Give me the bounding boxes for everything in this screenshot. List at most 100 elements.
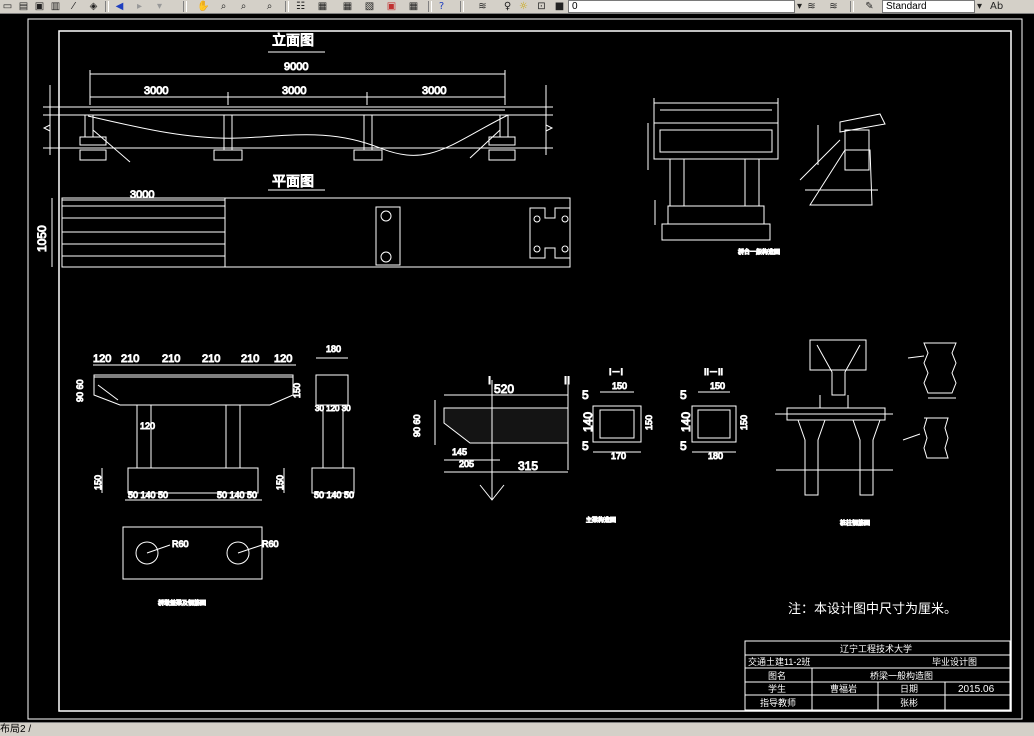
light-bulb-icon[interactable]: ♀ <box>500 1 515 12</box>
pier-left-dims: 90 60 <box>75 379 85 402</box>
open-file-icon[interactable]: ▤ <box>16 1 31 12</box>
pier-dim-2: 210 <box>121 353 139 365</box>
match-properties-icon[interactable]: ◈ <box>86 1 101 12</box>
pier-dim-1: 120 <box>93 353 111 365</box>
pier-right-height: 150 <box>292 383 302 398</box>
section-i: I－I 150 140 150 170 5 5 <box>581 367 655 462</box>
zoom-previous-icon[interactable]: ⌕ <box>262 1 277 12</box>
layer-dropdown[interactable]: 0 <box>568 0 795 13</box>
title-block-text: 辽宁工程技术大学 交通土建11-2班 毕业设计图 图名 桥梁一般构造图 学生 曹… <box>748 643 995 708</box>
pile-reinforcement: 桩柱钢筋图 <box>775 339 957 528</box>
color-swatch-icon[interactable]: ■ <box>552 1 567 12</box>
beam-label-ii: II <box>564 375 570 387</box>
redo-icon[interactable]: ▸ <box>132 1 147 12</box>
title-date-label: 日期 <box>900 684 918 694</box>
dim-span-1: 3000 <box>144 85 168 97</box>
title-student-value: 曹福岩 <box>830 683 857 694</box>
dim-span-2: 3000 <box>282 85 306 97</box>
section-i-height: 150 <box>644 415 654 430</box>
section-i-top-5: 5 <box>582 388 589 402</box>
new-file-icon[interactable]: ▭ <box>0 1 15 12</box>
pile-caption: 桩柱钢筋图 <box>840 519 870 527</box>
brush-icon[interactable]: ⁄ <box>66 1 81 12</box>
deck-caption: 主梁构造图 <box>586 516 616 524</box>
layer-manager-icon[interactable]: ≋ <box>475 1 490 12</box>
pier-dim-3: 210 <box>162 353 180 365</box>
layout-tab-bar: 布局2 / <box>0 722 1034 736</box>
text-style-icon[interactable]: ✎ <box>862 1 877 12</box>
zoom-window-icon[interactable]: ⌕ <box>236 1 251 12</box>
plan-title: 平面图 <box>272 173 314 189</box>
title-advisor-label: 指导教师 <box>760 697 796 708</box>
pier-dim-120: 120 <box>140 421 155 431</box>
section-i-170: 170 <box>611 451 626 461</box>
layer-dropdown-value: 0 <box>572 1 578 12</box>
pier-dim-6: 120 <box>274 353 292 365</box>
pier-base-dims-b: 50 140 50 <box>217 490 257 500</box>
section-ii-bottom-5: 5 <box>680 439 687 453</box>
beam-label-i: I <box>488 375 491 387</box>
print-icon[interactable]: ▥ <box>48 1 63 12</box>
help-icon[interactable]: ? <box>434 1 449 12</box>
drawing-canvas[interactable]: 立面图 9000 3000 3000 3000 平面图 3000 1050 桥台… <box>0 14 1034 722</box>
section-i-bottom-5: 5 <box>582 439 589 453</box>
dimension-style-button[interactable]: Ab <box>990 1 1034 12</box>
beam-dim-520: 520 <box>494 382 514 396</box>
pier-radius-b: R60 <box>262 539 279 549</box>
design-center-icon[interactable]: ▦ <box>315 1 330 12</box>
pier-base-dims-a: 50 140 50 <box>128 490 168 500</box>
abutment-detail: 桥台一般构造图 <box>647 98 886 257</box>
make-current-layer-icon[interactable]: ≋ <box>804 1 819 12</box>
beam-dim-205: 205 <box>459 459 474 469</box>
redo-arrow-icon[interactable]: ▾ <box>152 1 167 12</box>
toolbar-separator <box>460 1 464 12</box>
pier-side-height: 150 <box>275 475 285 490</box>
section-ii-top-5: 5 <box>680 388 687 402</box>
pier-left-base: 150 <box>93 475 103 490</box>
dim-total-length: 9000 <box>284 61 308 73</box>
toolbar-separator <box>285 1 289 12</box>
dim-plan-span: 3000 <box>130 189 154 201</box>
dim-plan-width: 1050 <box>35 225 49 252</box>
sun-icon[interactable]: ☼ <box>516 1 531 12</box>
plan-view: 平面图 3000 1050 <box>35 173 571 268</box>
save-icon[interactable]: ▣ <box>32 1 47 12</box>
dim-span-3: 3000 <box>422 85 446 97</box>
section-ii-150: 150 <box>710 381 725 391</box>
toolbar-separator <box>105 1 109 12</box>
tool-palette-icon[interactable]: ▦ <box>340 1 355 12</box>
toolbar-separator <box>183 1 187 12</box>
section-i-140: 140 <box>581 412 595 432</box>
pier-dim-180: 180 <box>326 344 341 354</box>
section-ii: II－II 150 140 150 180 5 5 <box>679 367 750 462</box>
elevation-view: 立面图 9000 3000 3000 3000 <box>42 32 554 163</box>
markup-icon[interactable]: ▣ <box>384 1 399 12</box>
beam-side-dims: 90 60 <box>412 414 422 437</box>
title-name-label: 图名 <box>768 670 786 681</box>
pier-base-dims-c: 50 140 50 <box>314 490 354 500</box>
title-student-label: 学生 <box>768 683 786 694</box>
section-ii-180: 180 <box>708 451 723 461</box>
text-style-dropdown[interactable]: Standard <box>882 0 975 13</box>
beam-dim-145: 145 <box>452 447 467 457</box>
pier-radius-a: R60 <box>172 539 189 549</box>
layout-tab[interactable]: 布局2 / <box>0 724 31 735</box>
undo-icon[interactable]: ◀ <box>112 1 127 12</box>
pier-side-dims: 30 120 30 <box>315 404 351 413</box>
beam-dim-315: 315 <box>518 459 538 473</box>
pier-dim-5: 210 <box>241 353 259 365</box>
section-ii-140: 140 <box>679 412 693 432</box>
drawing-svg: 立面图 9000 3000 3000 3000 平面图 3000 1050 桥台… <box>27 18 1023 720</box>
layer-previous-icon[interactable]: ≋ <box>826 1 841 12</box>
sheet-set-icon[interactable]: ▧ <box>362 1 377 12</box>
calculator-icon[interactable]: ▦ <box>406 1 421 12</box>
pan-icon[interactable]: ✋ <box>196 1 211 12</box>
elevation-title: 立面图 <box>272 32 314 48</box>
text-style-arrow-icon[interactable]: ▾ <box>972 1 987 12</box>
toolbar-separator <box>850 1 854 12</box>
section-i-150: 150 <box>612 381 627 391</box>
lock-icon[interactable]: ⊡ <box>534 1 549 12</box>
pier-caption: 桥墩盖梁及钢筋图 <box>158 599 206 607</box>
zoom-realtime-icon[interactable]: ⌕ <box>216 1 231 12</box>
properties-icon[interactable]: ☷ <box>293 1 308 12</box>
